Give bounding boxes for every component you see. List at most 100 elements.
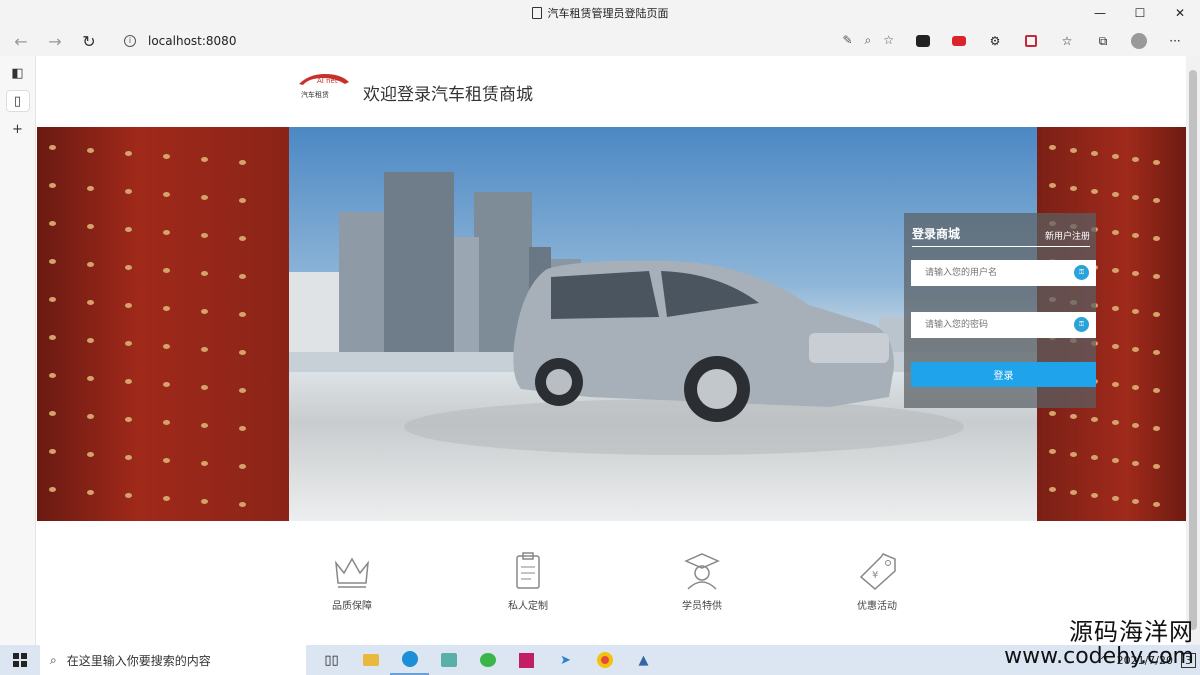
collections-icon[interactable]: ⧉	[1092, 30, 1114, 52]
door-stud	[201, 461, 208, 466]
extension-icon[interactable]: ⚙	[984, 30, 1006, 52]
door-stud	[239, 236, 246, 241]
intellij-icon[interactable]	[507, 645, 546, 675]
back-icon[interactable]: ←	[8, 28, 34, 54]
menu-icon[interactable]: ···	[1164, 30, 1186, 52]
login-button[interactable]: 登录	[911, 362, 1096, 387]
login-form-header: 登录商城 新用户注册	[912, 225, 1090, 247]
door-stud	[49, 145, 56, 150]
door-stud	[1049, 487, 1056, 492]
address-bar[interactable]: i localhost:8080 ✎ ⌕ ☆	[112, 29, 902, 53]
door-stud	[1090, 417, 1098, 422]
watermark-line1: 源码海洋网	[1069, 618, 1194, 646]
read-aloud-icon[interactable]: ✎	[842, 33, 852, 48]
feature-item: 私人定制	[483, 551, 573, 612]
file-explorer-icon[interactable]	[351, 645, 390, 675]
login-form: 登录商城 新用户注册 ⚿ ⚿ 登录	[904, 213, 1096, 408]
refresh-icon[interactable]: ↻	[76, 28, 102, 54]
url-text[interactable]: localhost:8080	[148, 34, 236, 48]
door-stud	[1049, 449, 1056, 454]
door-stud	[201, 309, 208, 314]
feature-label: 私人定制	[508, 601, 548, 612]
door-stud	[1111, 382, 1119, 387]
edge-browser-icon[interactable]	[390, 645, 429, 675]
welcome-heading: 欢迎登录汽车租赁商城	[363, 85, 533, 105]
new-tab-icon[interactable]: +	[6, 118, 30, 140]
door-stud	[1069, 414, 1077, 419]
page-scrollbar[interactable]	[1186, 56, 1200, 645]
feature-label: 学员特供	[682, 601, 722, 612]
feature-label: 优惠活动	[857, 601, 897, 612]
app-icon[interactable]: ➤	[546, 645, 585, 675]
door-stud	[163, 154, 170, 159]
favorites-icon[interactable]: ☆	[1056, 30, 1078, 52]
door-stud	[1111, 268, 1119, 273]
door-stud	[125, 303, 132, 308]
username-input-icon: ⚿	[1074, 265, 1089, 280]
favorite-icon[interactable]: ☆	[883, 33, 894, 48]
door-stud	[1049, 183, 1056, 188]
task-view-icon[interactable]: ▯▯	[312, 645, 351, 675]
wechat-icon[interactable]	[468, 645, 507, 675]
door-stud	[87, 452, 94, 457]
info-icon[interactable]: i	[124, 35, 136, 47]
door-stud	[1111, 420, 1119, 425]
door-stud	[1111, 344, 1119, 349]
login-title: 登录商城	[912, 227, 961, 241]
extension-icon[interactable]	[1020, 30, 1042, 52]
door-stud	[1090, 189, 1098, 194]
tab-page-icon[interactable]: ▯	[5, 90, 30, 112]
door-stud	[239, 198, 246, 203]
extension-icon[interactable]	[912, 30, 934, 52]
password-input[interactable]	[911, 312, 1096, 338]
svg-text:¥: ¥	[872, 570, 878, 581]
watermark: 源码海洋网 www.codehy.com	[1004, 620, 1194, 668]
scrollbar-thumb[interactable]	[1189, 70, 1197, 630]
extension-icon[interactable]	[948, 30, 970, 52]
graduate-icon	[684, 553, 720, 590]
tab-actions-icon[interactable]: ◧	[6, 62, 30, 84]
door-stud	[49, 373, 56, 378]
door-stud	[1090, 455, 1098, 460]
app-icon[interactable]: ▲	[624, 645, 663, 675]
door-stud	[125, 151, 132, 156]
door-stud	[1069, 148, 1077, 153]
search-placeholder[interactable]: 在这里输入你要搜索的内容	[67, 652, 211, 669]
tag-icon: ¥	[859, 553, 896, 590]
left-door-image	[37, 127, 289, 521]
door-stud	[49, 449, 56, 454]
door-stud	[125, 189, 132, 194]
svg-text:汽车租赁: 汽车租赁	[301, 90, 329, 99]
door-stud	[1132, 157, 1140, 162]
windows-start-icon[interactable]	[0, 645, 40, 675]
logo: AI net 汽车租赁	[299, 74, 349, 99]
profile-icon[interactable]	[1128, 30, 1150, 52]
zoom-icon[interactable]: ⌕	[865, 33, 872, 48]
door-stud	[163, 344, 170, 349]
door-stud	[1111, 306, 1119, 311]
close-button[interactable]: ✕	[1160, 0, 1200, 26]
door-stud	[201, 157, 208, 162]
minimize-button[interactable]: —	[1080, 0, 1120, 26]
browser-toolbar: ← → ↻ i localhost:8080 ✎ ⌕ ☆ ⚙ ☆ ⧉ ···	[0, 26, 1200, 56]
door-stud	[239, 160, 246, 165]
door-stud	[239, 274, 246, 279]
door-stud	[163, 230, 170, 235]
app-icon[interactable]	[429, 645, 468, 675]
forward-icon[interactable]: →	[42, 28, 68, 54]
door-stud	[1111, 154, 1119, 159]
door-stud	[1132, 461, 1140, 466]
door-stud	[1153, 502, 1161, 507]
chrome-icon[interactable]	[585, 645, 624, 675]
door-stud	[1069, 186, 1077, 191]
window-titlebar: 汽车租赁管理员登陆页面 — ☐ ✕	[0, 0, 1200, 26]
door-stud	[201, 233, 208, 238]
door-stud	[201, 385, 208, 390]
username-input[interactable]	[911, 260, 1096, 286]
taskbar-search[interactable]: ⌕ 在这里输入你要搜索的内容	[40, 645, 306, 675]
maximize-button[interactable]: ☐	[1120, 0, 1160, 26]
door-stud	[1153, 274, 1161, 279]
register-link[interactable]: 新用户注册	[1045, 229, 1090, 242]
door-stud	[201, 499, 208, 504]
door-stud	[1153, 464, 1161, 469]
